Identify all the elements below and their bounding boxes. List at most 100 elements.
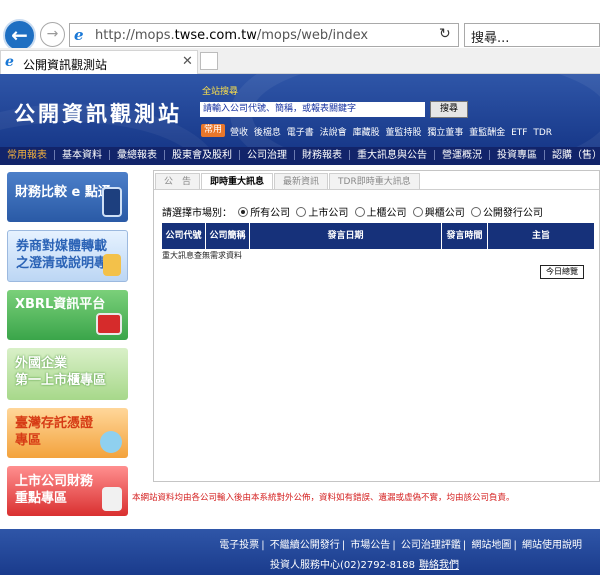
common-tag: 常用 xyxy=(201,124,226,137)
nav-item-shareholders[interactable]: 股東會及股利 xyxy=(165,147,239,165)
common-link[interactable]: 後檔息 xyxy=(254,128,281,138)
nav-item-common-reports[interactable]: 常用報表 xyxy=(0,147,54,165)
common-link[interactable]: 法說會 xyxy=(320,128,347,138)
common-links: 營收 後檔息 電子書 法說會 庫藏股 董監持股 獨立董事 董監酬金 ETF TD… xyxy=(230,125,555,138)
column-header: 主旨 xyxy=(531,231,550,241)
column-header: 發言日期 xyxy=(250,223,442,249)
tab-tdr-material[interactable]: TDR即時重大訊息 xyxy=(329,173,420,190)
browser-search-placeholder: 搜尋... xyxy=(471,31,510,46)
column-header: 公司簡稱 xyxy=(206,223,250,249)
tab-announcements[interactable]: 公 告 xyxy=(155,173,201,190)
nav-item-summary-reports[interactable]: 彙總報表 xyxy=(110,147,164,165)
market-selector: 請選擇市場別： 所有公司 上市公司 上櫃公司 興櫃公司 公開發行公司 xyxy=(162,204,543,219)
close-tab-icon[interactable]: ✕ xyxy=(182,54,193,69)
footer-link[interactable]: 網站使用說明 xyxy=(522,540,582,551)
site-search-button[interactable]: 搜尋 xyxy=(430,101,468,118)
new-tab-button[interactable] xyxy=(200,52,218,70)
banner-label-line1: 臺灣存託憑證 xyxy=(15,416,94,431)
banner-tdr[interactable]: 臺灣存託憑證 專區 xyxy=(7,408,128,458)
common-link[interactable]: 董監酬金 xyxy=(469,128,505,138)
radio-otc[interactable] xyxy=(354,207,365,217)
banner-label: 臺灣存託憑證 專區 xyxy=(15,415,93,449)
banner-label-line1: 上市公司財務 xyxy=(15,474,94,489)
service-center-phone: 投資人服務中心(02)2792-8188 xyxy=(270,560,416,571)
footer-links: 電子投票 | 不繼續公開發行 | 市場公告 | 公司治理評鑑 | 網站地圖 | 網站使用說… xyxy=(219,540,582,551)
nav-item-investment[interactable]: 投資專區 xyxy=(490,147,544,165)
radio-emerging[interactable] xyxy=(412,207,423,217)
banner-label: 財務比較 e 點通 xyxy=(15,185,111,200)
browser-search-input[interactable]: 搜尋... xyxy=(464,23,600,47)
main-nav: 常用報表 基本資料 彙總報表 股東會及股利 公司治理 財務報表 重大訊息與公告 營運概況 投資專… xyxy=(0,147,600,165)
info-tabs: 公 告即時重大訊息 最新資訊 TDR即時重大訊息 xyxy=(155,173,421,190)
browser-tab[interactable]: e 公開資訊觀測站 ✕ xyxy=(0,50,198,74)
tab-realtime-material[interactable]: 即時重大訊息 xyxy=(201,173,274,190)
computer-icon xyxy=(96,313,122,335)
tab-divider xyxy=(154,189,599,190)
address-bar[interactable]: e http://mops.twse.com.tw/mops/web/index… xyxy=(69,23,487,47)
document-icon xyxy=(103,254,121,276)
nav-item-operations[interactable]: 營運概況 xyxy=(435,147,489,165)
footer-link[interactable]: 不繼續公開發行 xyxy=(270,540,340,551)
footer-link[interactable]: 電子投票 xyxy=(219,540,259,551)
nav-item-material-info[interactable]: 重大訊息與公告 xyxy=(350,147,434,165)
radio-public[interactable] xyxy=(470,207,481,217)
banner-broker-clarification[interactable]: 券商對媒體轉載 之澄清或說明專區 xyxy=(7,230,128,282)
common-link[interactable]: 董監持股 xyxy=(385,128,421,138)
common-link[interactable]: 庫藏股 xyxy=(353,128,380,138)
magnifier-icon xyxy=(100,431,122,453)
banner-label: XBRL資訊平台 xyxy=(15,297,106,312)
browser-tab-strip: e 公開資訊觀測站 ✕ xyxy=(0,48,600,74)
site-search-input[interactable]: 請輸入公司代號、簡稱，或報表關鍵字 xyxy=(200,102,425,117)
radio-label-listed[interactable]: 上市公司 xyxy=(308,208,348,219)
banner-label: 外國企業 第一上市櫃專區 xyxy=(15,355,106,389)
tab-latest-info[interactable]: 最新資訊 xyxy=(274,173,329,190)
browser-tab-title: 公開資訊觀測站 xyxy=(23,58,108,72)
phone-icon xyxy=(102,187,122,217)
radio-label-all[interactable]: 所有公司 xyxy=(250,208,290,219)
today-overview-button[interactable]: 今日總覽 xyxy=(540,265,584,279)
ie-tab-icon: e xyxy=(5,54,14,70)
footer-contact: 投資人服務中心(02)2792-8188 聯絡我們 xyxy=(270,556,459,571)
banner-label-line1: 券商對媒體轉載 xyxy=(16,239,108,254)
results-table-header: 公司代號 公司簡稱 發言日期 發言時間 主旨 xyxy=(162,223,594,249)
radio-label-otc[interactable]: 上櫃公司 xyxy=(367,208,407,219)
banner-financial-compare[interactable]: 財務比較 e 點通 xyxy=(7,172,128,222)
common-link[interactable]: 電子書 xyxy=(287,128,314,138)
nav-item-warrants[interactable]: 認購（售）權 xyxy=(545,147,600,165)
nav-item-basic-info[interactable]: 基本資料 xyxy=(55,147,109,165)
radio-listed[interactable] xyxy=(296,207,307,217)
document-icon xyxy=(102,487,122,511)
nav-item-financial-reports[interactable]: 財務報表 xyxy=(295,147,349,165)
site-logo[interactable]: 公開資訊觀測站 xyxy=(14,98,182,128)
column-header: 發言時間 xyxy=(442,223,488,249)
radio-label-emerging[interactable]: 興櫃公司 xyxy=(425,208,465,219)
banner-listed-financial[interactable]: 上市公司財務 重點專區 xyxy=(7,466,128,516)
banner-label-line2: 第一上市櫃專區 xyxy=(15,373,107,388)
site-search-label: 全站搜尋 xyxy=(202,87,239,97)
market-prompt: 請選擇市場別： xyxy=(162,208,232,219)
contact-us-link[interactable]: 聯絡我們 xyxy=(419,560,459,571)
common-link[interactable]: ETF xyxy=(511,128,527,138)
banner-foreign-listing[interactable]: 外國企業 第一上市櫃專區 xyxy=(7,348,128,400)
banner-label-line1: 外國企業 xyxy=(15,356,68,371)
forward-arrow-icon[interactable]: → xyxy=(40,22,65,47)
address-url[interactable]: http://mops.twse.com.tw/mops/web/index xyxy=(95,28,368,43)
radio-all[interactable] xyxy=(238,207,249,217)
common-link[interactable]: TDR xyxy=(533,128,552,138)
banner-label-line2: 重點專區 xyxy=(15,491,68,506)
banner-xbrl[interactable]: XBRL資訊平台 xyxy=(7,290,128,340)
site-footer: 電子投票 | 不繼續公開發行 | 市場公告 | 公司治理評鑑 | 網站地圖 | 網站使用說… xyxy=(0,529,600,575)
footer-link[interactable]: 市場公告 xyxy=(350,540,390,551)
disclaimer: 本網站資料均由各公司輸入後由本系統對外公佈，資料如有錯誤、遺漏或虛偽不實，均由該… xyxy=(132,493,515,503)
footer-link[interactable]: 公司治理評鑑 xyxy=(401,540,461,551)
site-header: 公開資訊觀測站 全站搜尋 請輸入公司代號、簡稱，或報表關鍵字 搜尋 常用 營收 … xyxy=(0,74,600,147)
ie-page-icon: e xyxy=(74,26,84,44)
nav-item-governance[interactable]: 公司治理 xyxy=(240,147,294,165)
refresh-icon[interactable]: ↻ xyxy=(439,26,451,42)
common-link[interactable]: 營收 xyxy=(230,128,248,138)
footer-link[interactable]: 網站地圖 xyxy=(471,540,511,551)
common-link[interactable]: 獨立董事 xyxy=(427,128,463,138)
radio-label-public[interactable]: 公開發行公司 xyxy=(483,208,543,219)
banner-label: 上市公司財務 重點專區 xyxy=(15,473,93,507)
browser-toolbar: ← → e http://mops.twse.com.tw/mops/web/i… xyxy=(0,0,600,52)
